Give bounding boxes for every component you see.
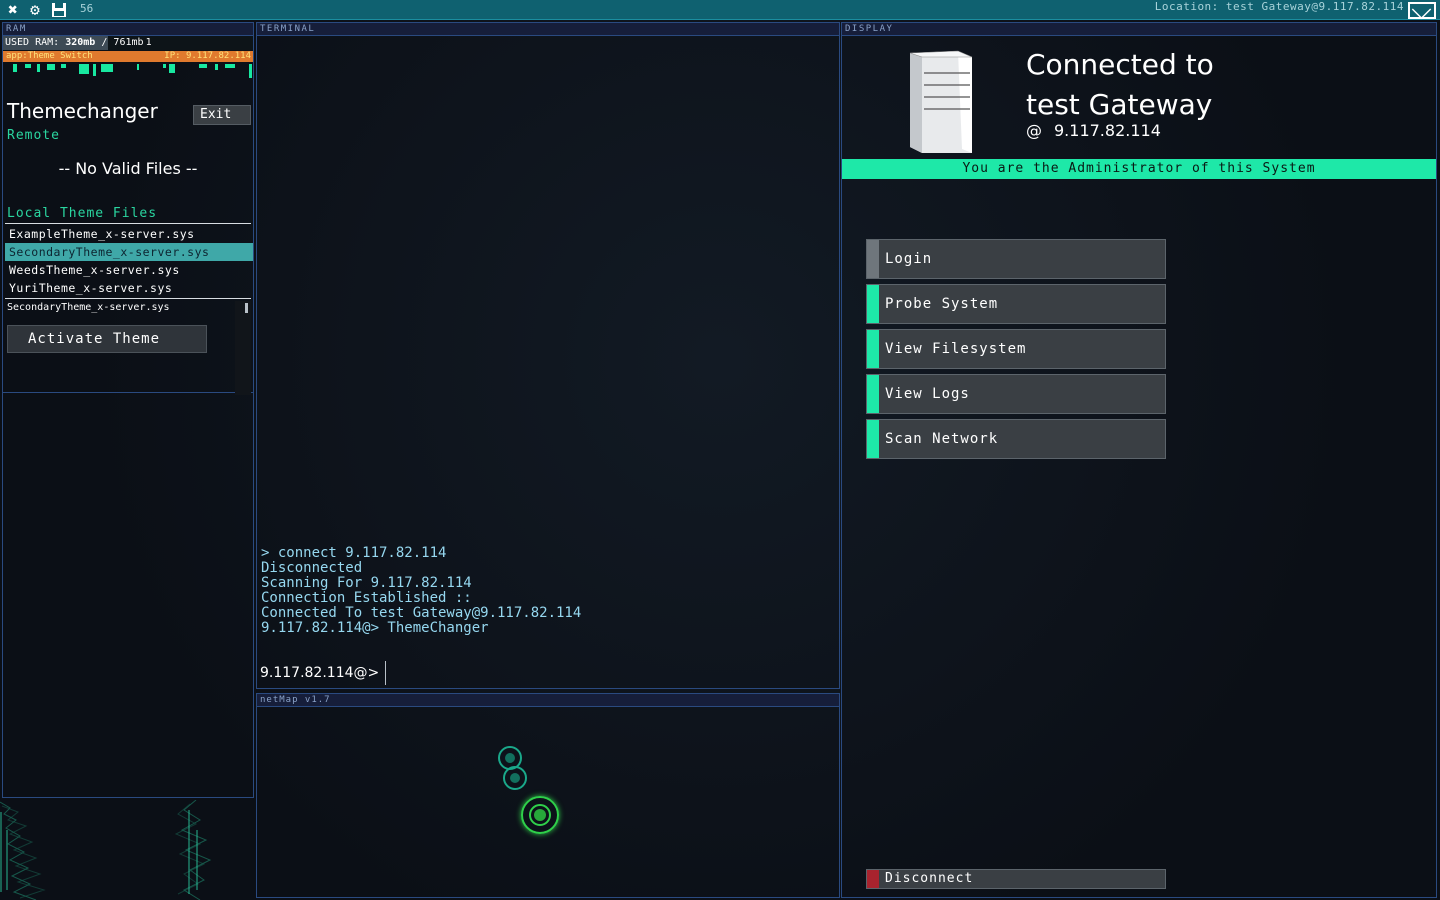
terminal-line: > connect 9.117.82.114 <box>261 545 447 561</box>
terminal-output: > connect 9.117.82.114 Disconnected Scan… <box>261 546 581 636</box>
connection-ip: @9.117.82.114 <box>1026 121 1161 140</box>
waveform-bar <box>137 64 139 70</box>
waveform-bar <box>37 64 40 72</box>
button-stripe <box>867 375 879 413</box>
ram-usage-bar: USED RAM: 320mb / 761mb 1 <box>3 36 253 50</box>
terminal-line: Connection Established :: <box>261 590 472 606</box>
disconnect-button[interactable]: Disconnect <box>866 869 1166 889</box>
view-logs-button[interactable]: View Logs <box>866 374 1166 414</box>
waveform-bar <box>13 64 17 72</box>
scan-network-button[interactable]: Scan Network <box>866 419 1166 459</box>
waveform-bar <box>163 64 166 68</box>
connection-title-line: Connected to <box>1026 48 1214 81</box>
terminal-line: Scanning For 9.117.82.114 <box>261 575 472 591</box>
save-disk-icon[interactable] <box>50 1 68 19</box>
login-button[interactable]: Login <box>866 239 1166 279</box>
top-bar: ✖ ⚙ 56 Location: test Gateway@9.117.82.1… <box>0 0 1440 20</box>
ram-separator: / <box>101 37 108 48</box>
waveform-bar <box>79 64 89 74</box>
theme-changer-app: app:Theme Switch IP: 9.117.82.114 Themec… <box>3 51 253 395</box>
waveform-bar <box>225 64 235 68</box>
terminal-panel: TERMINAL > connect 9.117.82.114 Disconne… <box>256 22 840 689</box>
connection-title: Connected to test Gateway <box>1026 45 1214 125</box>
terminal-line: Disconnected <box>261 560 363 576</box>
probe-system-button[interactable]: Probe System <box>866 284 1166 324</box>
netmap-header: netMap v1.7 <box>257 694 839 707</box>
list-item[interactable]: WeedsTheme_x-server.sys <box>5 261 253 279</box>
view-filesystem-button[interactable]: View Filesystem <box>866 329 1166 369</box>
ram-used-value: 320mb <box>65 37 96 48</box>
terminal-header: TERMINAL <box>257 23 839 36</box>
network-node[interactable] <box>503 766 527 790</box>
waveform-bar <box>61 64 66 68</box>
list-item[interactable]: ExampleTheme_x-server.sys <box>5 225 253 243</box>
selected-file-label: SecondaryTheme_x-server.sys <box>7 302 170 313</box>
list-item[interactable]: YuriTheme_x-server.sys <box>5 279 253 297</box>
list-scrollbar-thumb[interactable] <box>245 303 248 313</box>
app-name: app:Theme Switch <box>6 51 93 61</box>
scan-network-button-label: Scan Network <box>885 431 999 447</box>
ram-panel: RAM USED RAM: 320mb / 761mb 1 app:Theme … <box>2 22 254 798</box>
terminal-line: 9.117.82.114@> ThemeChanger <box>261 620 489 636</box>
waveform-bar <box>93 64 96 76</box>
waveform-bar <box>215 64 218 70</box>
close-icon[interactable]: ✖ <box>4 1 22 19</box>
ram-total-value: 761mb <box>113 37 144 48</box>
button-stripe <box>867 285 879 323</box>
display-panel: DISPLAY Connected to test Gateway @9.117… <box>841 22 1437 898</box>
terminal-line: Connected To test Gateway@9.117.82.114 <box>261 605 582 621</box>
activate-theme-button[interactable]: Activate Theme <box>7 325 207 353</box>
audio-visualizer <box>0 800 256 900</box>
list-item-selected[interactable]: SecondaryTheme_x-server.sys <box>5 243 253 261</box>
admin-status-banner: You are the Administrator of this System <box>842 159 1436 179</box>
netmap-panel: netMap v1.7 <box>256 693 840 898</box>
waveform-bar <box>199 64 207 68</box>
display-header: DISPLAY <box>842 23 1436 36</box>
no-valid-files-message: -- No Valid Files -- <box>58 159 198 178</box>
terminal-prompt[interactable]: 9.117.82.114@> <box>260 665 379 681</box>
waveform-bar <box>25 64 31 68</box>
button-stripe <box>867 870 879 888</box>
remote-label: Remote <box>7 128 60 143</box>
at-symbol: @ <box>1026 121 1042 140</box>
mail-icon[interactable] <box>1408 2 1436 19</box>
waveform-bar <box>169 64 175 73</box>
location-label: Location: test Gateway@9.117.82.114 <box>1154 0 1404 13</box>
process-count: 1 <box>145 37 152 48</box>
divider <box>5 223 251 224</box>
waveform-bar <box>47 64 55 70</box>
waveform-bar <box>101 64 113 72</box>
waveform-bar <box>249 64 252 78</box>
button-stripe <box>867 330 879 368</box>
ram-header: RAM <box>3 23 253 36</box>
ram-label: USED RAM: <box>5 37 60 48</box>
app-ip: IP: 9.117.82.114 <box>164 51 251 61</box>
theme-file-list: ExampleTheme_x-server.sys SecondaryTheme… <box>5 225 253 297</box>
local-theme-files-label: Local Theme Files <box>7 206 158 221</box>
disconnect-button-label: Disconnect <box>885 871 974 886</box>
ip-address: 9.117.82.114 <box>1054 121 1161 140</box>
view-filesystem-button-label: View Filesystem <box>885 341 1027 357</box>
app-title: Themechanger <box>7 99 158 123</box>
app-title-bar[interactable]: app:Theme Switch IP: 9.117.82.114 <box>3 51 253 62</box>
network-node-connected[interactable] <box>521 796 559 834</box>
button-stripe <box>867 420 879 458</box>
app-activity-waveform <box>3 62 253 78</box>
probe-system-button-label: Probe System <box>885 296 999 312</box>
connection-title-line: test Gateway <box>1026 88 1213 121</box>
server-tower-icon <box>909 50 973 153</box>
list-scroll-track[interactable] <box>235 301 251 395</box>
exit-button[interactable]: Exit <box>193 105 251 125</box>
settings-gear-icon[interactable]: ⚙ <box>26 1 44 19</box>
counter-display: 56 <box>80 2 94 15</box>
view-logs-button-label: View Logs <box>885 386 970 402</box>
button-stripe <box>867 240 879 278</box>
login-button-label: Login <box>885 251 933 267</box>
text-cursor <box>385 661 386 685</box>
divider <box>5 298 251 299</box>
